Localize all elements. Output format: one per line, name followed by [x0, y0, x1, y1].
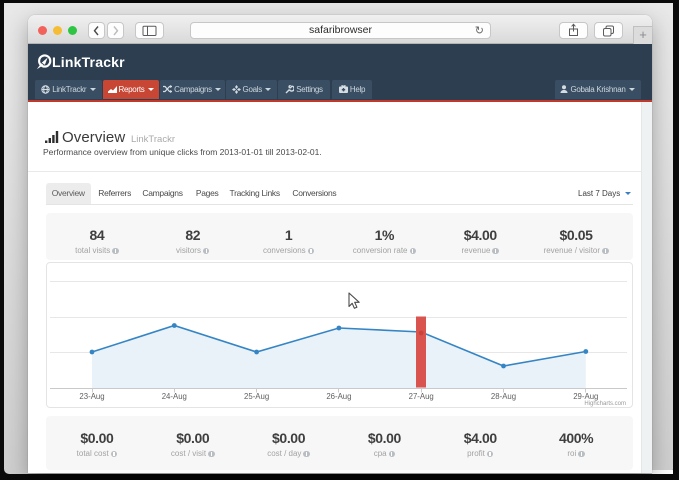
- svg-text:24-Aug: 24-Aug: [162, 392, 187, 401]
- svg-text:28-Aug: 28-Aug: [491, 392, 516, 401]
- svg-text:26-Aug: 26-Aug: [326, 392, 351, 401]
- svg-text:23-Aug: 23-Aug: [79, 392, 104, 401]
- svg-text:Highcharts.com: Highcharts.com: [584, 401, 626, 407]
- svg-text:27-Aug: 27-Aug: [409, 392, 434, 401]
- svg-text:29-Aug: 29-Aug: [573, 392, 598, 401]
- svg-text:25-Aug: 25-Aug: [244, 392, 269, 401]
